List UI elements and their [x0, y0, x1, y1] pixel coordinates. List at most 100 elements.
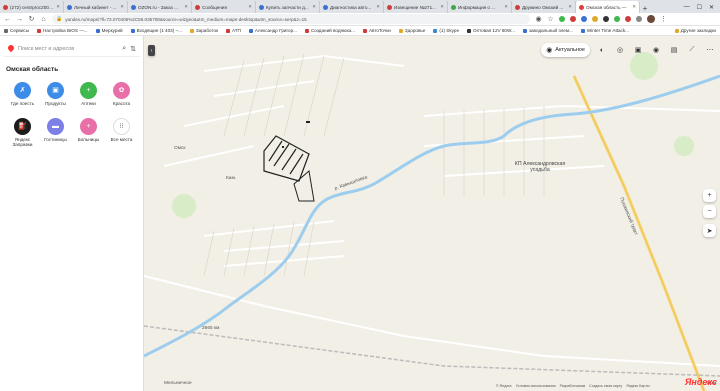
- browser-tab[interactable]: Купить запчасти д... ✕: [256, 1, 320, 13]
- extension-icon[interactable]: [603, 16, 609, 22]
- bookmark-item[interactable]: Созданий водяюка...: [304, 28, 355, 33]
- puzzle-icon[interactable]: [636, 16, 642, 22]
- category-label: Продукты: [45, 101, 66, 106]
- browser-tab[interactable]: Диагностика авто... ✕: [320, 1, 384, 13]
- tab-close-icon[interactable]: ✕: [632, 4, 636, 10]
- forward-icon[interactable]: →: [16, 16, 23, 23]
- bookmark-label: Созданий водяюка...: [310, 28, 355, 33]
- panorama-icon[interactable]: ◎: [614, 44, 626, 56]
- bookmark-label: заводальный элем...: [528, 28, 573, 33]
- bookmark-item[interactable]: Меркурий: [95, 28, 123, 33]
- geolocation-button[interactable]: ➤: [703, 224, 716, 237]
- bookmark-item[interactable]: Входящие (1 403) –...: [130, 28, 182, 33]
- more-icon[interactable]: ⋯: [704, 44, 716, 56]
- category-button[interactable]: ⁝⁝ Все места: [105, 118, 138, 147]
- browser-tab-bar: (272) centrproc2000 - ...✕Личный кабинет…: [0, 0, 720, 13]
- browser-tab[interactable]: Личный кабинет - ... ✕: [64, 1, 128, 13]
- copyright-link[interactable]: Яндекс Карты: [626, 384, 649, 388]
- avatar[interactable]: [647, 15, 655, 23]
- tab-favicon-icon: [67, 4, 72, 10]
- new-tab-button[interactable]: +: [640, 4, 650, 13]
- bookmark-item[interactable]: АвтоТочки: [362, 28, 391, 33]
- copyright-link[interactable]: Условия использования: [516, 384, 556, 388]
- tab-favicon-icon: [451, 4, 456, 10]
- tab-close-icon[interactable]: ✕: [56, 4, 60, 10]
- bookmark-item[interactable]: Сервисы: [4, 28, 29, 33]
- bookmark-item[interactable]: Заработок: [189, 28, 218, 33]
- extension-icon[interactable]: [614, 16, 620, 22]
- bookmark-item[interactable]: Оптовая 12V 80W...: [467, 28, 515, 33]
- bookmark-item[interactable]: Настройка BIOS —...: [37, 28, 88, 33]
- hospital-icon: +: [80, 118, 97, 135]
- category-button[interactable]: ✿ Красота: [105, 82, 138, 106]
- route-icon[interactable]: ⇅: [130, 45, 136, 53]
- search-input[interactable]: [18, 46, 119, 52]
- actual-button[interactable]: ◉ Актуальное: [541, 43, 590, 57]
- copyright-link[interactable]: © Яндекс: [496, 384, 512, 388]
- copyright-link[interactable]: Разработчикам: [560, 384, 586, 388]
- browser-tab[interactable]: Омская область — ✕: [576, 1, 640, 13]
- back-icon[interactable]: ←: [4, 16, 11, 23]
- extension-icon[interactable]: [592, 16, 598, 22]
- collapse-panel-button[interactable]: ‹: [148, 45, 155, 56]
- tab-favicon-icon: [131, 4, 136, 10]
- category-button[interactable]: ▬ Гостиницы: [39, 118, 72, 147]
- category-button[interactable]: + Аптеки: [72, 82, 105, 106]
- zoom-out-button[interactable]: −: [703, 205, 716, 218]
- category-button[interactable]: ▣ Продукты: [39, 82, 72, 106]
- extension-icon[interactable]: [581, 16, 587, 22]
- tab-close-icon[interactable]: ✕: [120, 4, 124, 10]
- browser-tab[interactable]: Информация о ... ✕: [448, 1, 512, 13]
- category-label: Где поесть: [10, 101, 35, 106]
- tab-close-icon[interactable]: ✕: [184, 4, 188, 10]
- category-button[interactable]: ⛽ Яндекс Заправки: [6, 118, 39, 147]
- copyright-link[interactable]: Создать свою карту: [589, 384, 622, 388]
- tab-close-icon[interactable]: ✕: [248, 4, 252, 10]
- tab-close-icon[interactable]: ✕: [568, 4, 572, 10]
- close-window-icon[interactable]: ✕: [709, 4, 714, 11]
- category-button[interactable]: ✗ Где поесть: [6, 82, 39, 106]
- ruler-icon[interactable]: ⟋: [686, 44, 698, 56]
- transit-icon[interactable]: ▣: [632, 44, 644, 56]
- other-bookmarks-folder[interactable]: Другие закладки: [674, 28, 716, 33]
- category-label: Гостиницы: [44, 137, 67, 142]
- layers-icon[interactable]: ▤: [668, 44, 680, 56]
- bookmark-item[interactable]: АТП: [226, 28, 241, 33]
- bookmark-item[interactable]: заводальный элем...: [522, 28, 573, 33]
- star-icon[interactable]: ☆: [547, 15, 554, 23]
- browser-tab[interactable]: (272) centrproc2000 - ...✕: [0, 1, 64, 13]
- extension-icon[interactable]: [559, 16, 565, 22]
- minimize-icon[interactable]: —: [684, 4, 690, 10]
- browser-tab[interactable]: Сообщения ✕: [192, 1, 256, 13]
- zoom-in-button[interactable]: +: [703, 189, 716, 202]
- bookmark-favicon-icon: [580, 28, 585, 33]
- tab-close-icon[interactable]: ✕: [504, 4, 508, 10]
- bookmark-item[interactable]: Winter Time Attack...: [580, 28, 629, 33]
- bookmark-item[interactable]: (1) Skype: [433, 28, 459, 33]
- bookmark-item[interactable]: Александр Григор...: [248, 28, 297, 33]
- search-icon[interactable]: ⌕: [122, 45, 126, 53]
- browser-tab[interactable]: OZON.ru - Заказ ... ✕: [128, 1, 192, 13]
- bookmark-favicon-icon: [362, 28, 367, 33]
- home-icon[interactable]: ⌂: [40, 16, 47, 23]
- url-field[interactable]: 🔒 yandex.ru/maps/?ll=73.070406%2C55.0357…: [52, 14, 530, 24]
- extension-icon[interactable]: [625, 16, 631, 22]
- tab-close-icon[interactable]: ✕: [376, 4, 380, 10]
- category-label: Яндекс Заправки: [12, 137, 33, 148]
- reload-icon[interactable]: ↻: [28, 15, 35, 23]
- extension-icon[interactable]: [570, 16, 576, 22]
- tab-close-icon[interactable]: ✕: [312, 4, 316, 10]
- bookmark-favicon-icon: [37, 28, 42, 33]
- tab-close-icon[interactable]: ✕: [440, 4, 444, 10]
- traffic-layer-icon[interactable]: ◐: [596, 44, 608, 56]
- category-row: ✗ Где поесть ▣ Продукты + Аптеки ✿ Красота: [6, 82, 138, 106]
- browser-tab[interactable]: Дружино Омский ... ✕: [512, 1, 576, 13]
- map-canvas[interactable]: ‹ ◉ Актуальное ◐ ◎ ▣ ◉ ▤ ⟋ ⋯ + − ➤ КП Ал…: [144, 36, 720, 391]
- bookmark-item[interactable]: Здоровье: [398, 28, 425, 33]
- browser-tab[interactable]: Извещение №271... ✕: [384, 1, 448, 13]
- category-button[interactable]: + Больницы: [72, 118, 105, 147]
- menu-icon[interactable]: ⋮: [660, 15, 667, 23]
- maximize-icon[interactable]: ☐: [697, 4, 702, 11]
- camera-icon[interactable]: ◉: [650, 44, 662, 56]
- location-icon[interactable]: ◉: [535, 15, 542, 23]
